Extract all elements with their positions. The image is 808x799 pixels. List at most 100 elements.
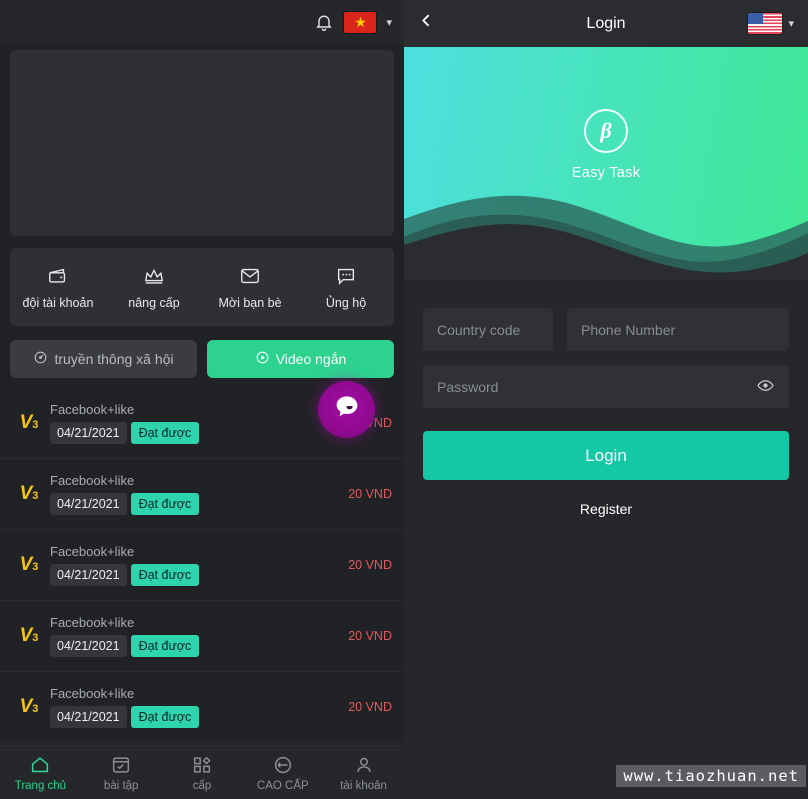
short-video-button[interactable]: Video ngắn [207, 340, 394, 378]
app-screen: ★ ▾ đội tài khoản nâng cấp Mời bạn bè Ủn… [0, 0, 808, 799]
task-amount: 20 VND [348, 629, 392, 643]
short-video-label: Video ngắn [275, 351, 347, 367]
task-info: Facebook+like 04/21/2021 Đạt được [46, 402, 348, 444]
table-row[interactable]: V3 Facebook+like 04/21/2021 Đạt được 20 … [0, 601, 404, 672]
login-button[interactable]: Login [423, 431, 789, 480]
task-name: Facebook+like [50, 615, 135, 630]
task-amount: 20 VND [348, 487, 392, 501]
task-meta: 04/21/2021 Đạt được [50, 635, 348, 657]
nav-item-home[interactable]: Trang chủ [0, 754, 81, 792]
table-row[interactable]: V3 Facebook+like 04/21/2021 Đạt được 20 … [0, 672, 404, 743]
quick-action-upgrade[interactable]: nâng cấp [106, 265, 202, 310]
level-number: 3 [32, 561, 39, 573]
nav-label: Trang chủ [14, 779, 67, 792]
table-row[interactable]: V3 Facebook+like 04/21/2021 Đạt được 20 … [0, 459, 404, 530]
task-date: 04/21/2021 [50, 706, 127, 728]
task-meta: 04/21/2021 Đạt được [50, 564, 348, 586]
nav-label: cấp [192, 779, 212, 792]
quick-action-label: đội tài khoản [22, 295, 94, 310]
task-date: 04/21/2021 [50, 493, 127, 515]
usa-flag-icon [748, 13, 783, 34]
country-code-input[interactable]: Country code [423, 308, 553, 351]
level-badge: V3 [12, 483, 46, 505]
register-link[interactable]: Register [423, 501, 789, 517]
status-badge: Đạt được [130, 493, 200, 515]
status-badge: Đạt được [130, 422, 200, 444]
quick-action-support[interactable]: Ủng hộ [298, 265, 394, 310]
nav-label: CAO CẤP [256, 779, 309, 792]
crown-icon [143, 265, 165, 287]
watermark: www.tiaozhuan.net [616, 765, 806, 787]
vietnam-flag-icon[interactable]: ★ [344, 11, 377, 33]
login-topbar: Login ▾ [404, 0, 808, 47]
wallet-icon [47, 265, 69, 287]
play-icon [255, 350, 270, 368]
task-info: Facebook+like 04/21/2021 Đạt được [46, 686, 348, 728]
login-panel: Login ▾ β Easy Task Country code Phone N… [404, 0, 808, 799]
status-badge: Đạt được [130, 706, 200, 728]
quick-action-wallet[interactable]: đội tài khoản [10, 265, 106, 310]
user-icon [356, 757, 371, 772]
level-badge: V3 [12, 625, 46, 647]
level-letter: V [19, 696, 33, 717]
task-meta: 04/21/2021 Đạt được [50, 422, 348, 444]
premium-icon [274, 756, 291, 773]
task-name: Facebook+like [50, 473, 135, 488]
quick-action-label: Mời bạn bè [218, 295, 282, 310]
quick-action-label: nâng cấp [128, 295, 180, 310]
nav-item-level[interactable]: cấp [162, 754, 243, 792]
task-date: 04/21/2021 [50, 422, 127, 444]
chat-icon [335, 265, 357, 287]
task-name: Facebook+like [50, 402, 135, 417]
task-info: Facebook+like 04/21/2021 Đạt được [46, 473, 348, 515]
chevron-left-icon[interactable] [418, 12, 444, 35]
home-topbar: ★ ▾ [0, 0, 404, 44]
level-letter: V [19, 554, 33, 575]
login-form: Country code Phone Number Password Login… [404, 280, 808, 517]
quick-actions: đội tài khoản nâng cấp Mời bạn bè Ủng hộ [10, 248, 394, 326]
task-date: 04/21/2021 [50, 635, 127, 657]
page-title: Login [586, 14, 626, 32]
password-placeholder: Password [437, 378, 499, 395]
quick-action-invite[interactable]: Mời bạn bè [202, 265, 298, 310]
media-buttons: truyền thông xã hội Video ngắn [10, 340, 394, 378]
level-number: 3 [32, 703, 39, 715]
task-list: V3 Facebook+like 04/21/2021 Đạt được 20 … [0, 388, 404, 799]
level-number: 3 [32, 490, 39, 502]
status-badge: Đạt được [130, 635, 200, 657]
flag-star: ★ [354, 14, 367, 30]
level-number: 3 [32, 419, 39, 431]
phone-input[interactable]: Phone Number [567, 308, 789, 351]
login-hero: β Easy Task [404, 47, 808, 280]
envelope-icon [239, 265, 261, 287]
brand-logo: β Easy Task [404, 109, 808, 181]
chevron-down-icon[interactable]: ▾ [386, 16, 392, 29]
password-input[interactable]: Password [423, 365, 789, 408]
level-letter: V [19, 412, 33, 433]
brand-name: Easy Task [571, 165, 641, 181]
task-meta: 04/21/2021 Đạt được [50, 706, 348, 728]
level-number: 3 [32, 632, 39, 644]
level-badge: V3 [12, 554, 46, 576]
social-media-button[interactable]: truyền thông xã hội [10, 340, 197, 378]
wave-decoration [404, 195, 808, 280]
chat-fab-button[interactable] [318, 381, 375, 438]
task-amount: 20 VND [348, 700, 392, 714]
country-code-placeholder: Country code [437, 321, 521, 338]
table-row[interactable]: V3 Facebook+like 04/21/2021 Đạt được 20 … [0, 530, 404, 601]
nav-item-premium[interactable]: CAO CẤP [242, 754, 323, 792]
nav-item-tasks[interactable]: bài tập [81, 754, 162, 792]
level-letter: V [19, 625, 33, 646]
nav-label: bài tập [103, 779, 139, 792]
language-selector[interactable]: ▾ [748, 13, 794, 34]
nav-item-account[interactable]: tài khoản [323, 754, 404, 792]
task-info: Facebook+like 04/21/2021 Đạt được [46, 615, 348, 657]
banner-placeholder[interactable] [10, 50, 394, 236]
eye-icon[interactable] [756, 376, 775, 398]
bell-icon[interactable] [314, 12, 334, 32]
chevron-down-icon: ▾ [788, 18, 794, 30]
home-icon [32, 756, 49, 772]
phone-placeholder: Phone Number [581, 321, 676, 338]
logo-icon: β [584, 109, 628, 153]
home-panel: ★ ▾ đội tài khoản nâng cấp Mời bạn bè Ủn… [0, 0, 404, 799]
